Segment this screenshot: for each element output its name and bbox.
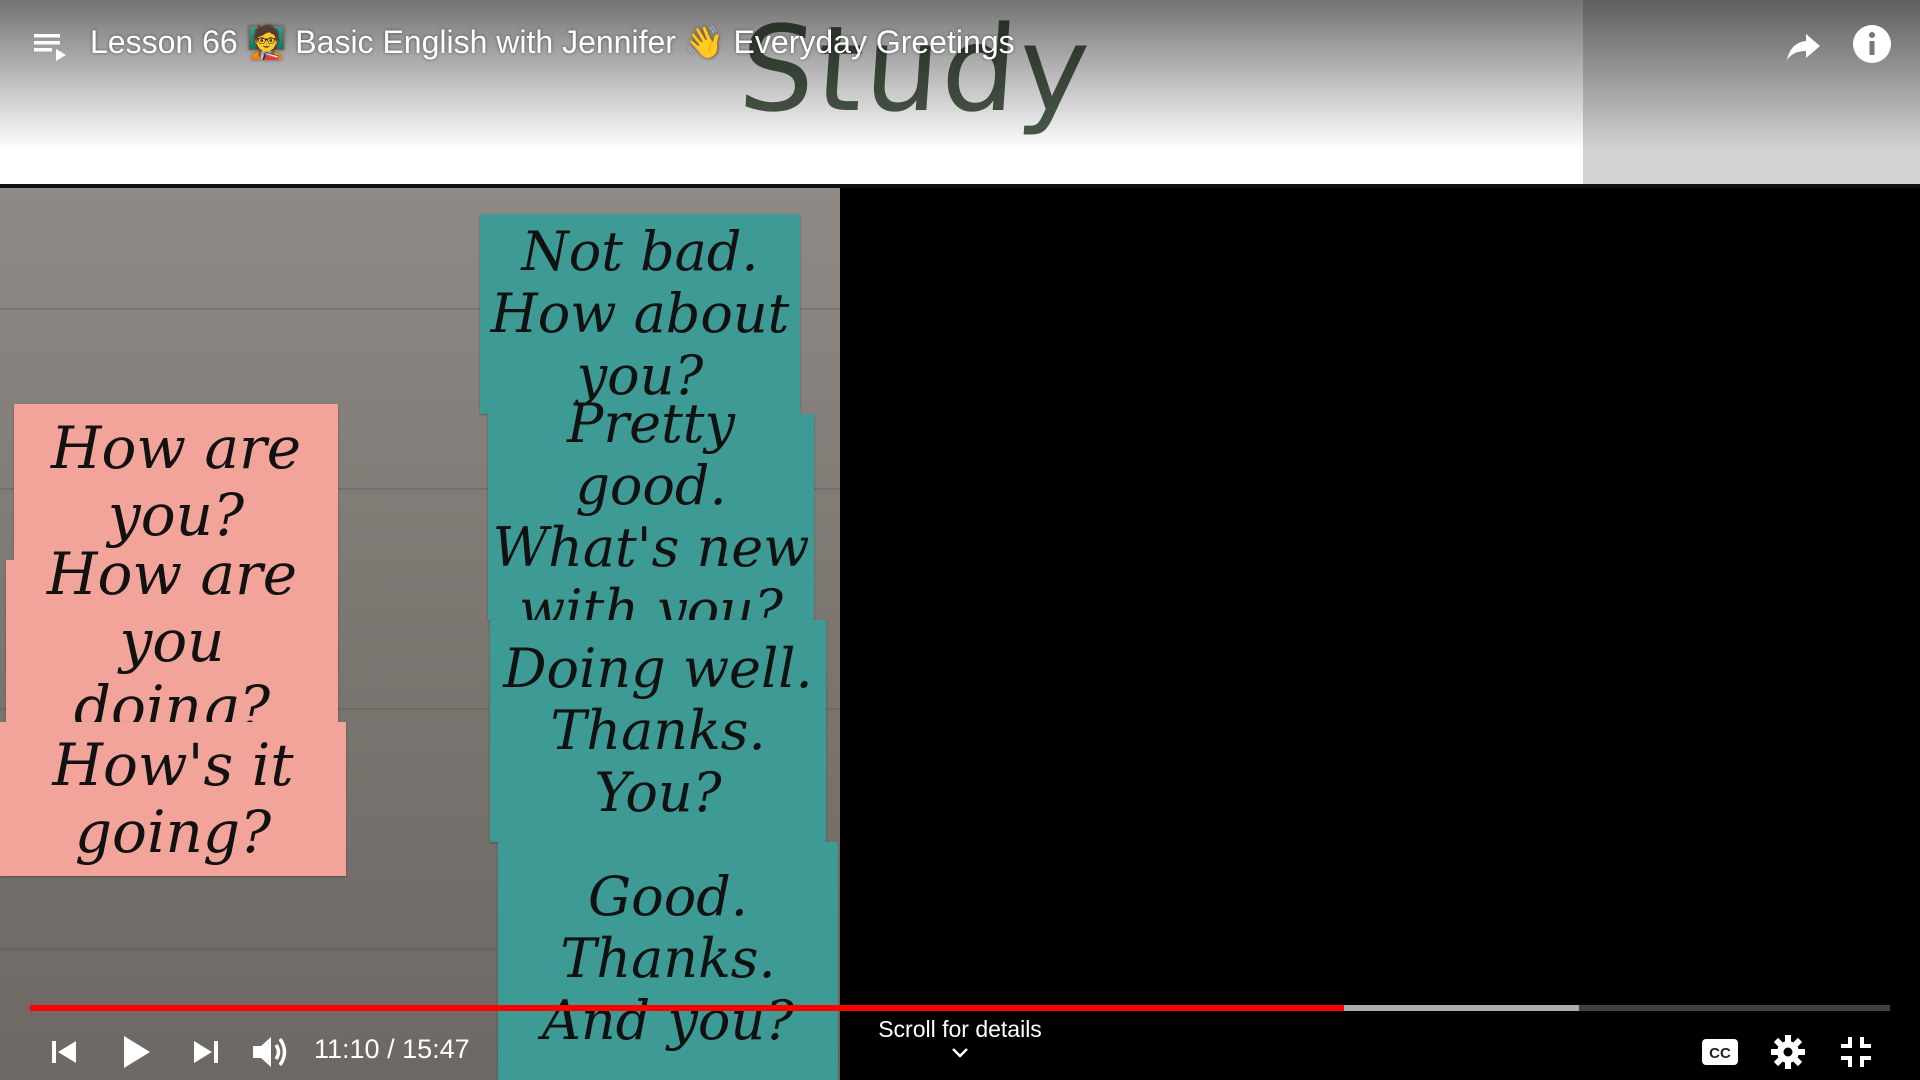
card-line: Doing well. <box>503 636 813 700</box>
scroll-hint-label: Scroll for details <box>878 1016 1042 1042</box>
progress-bar[interactable] <box>30 1005 1890 1011</box>
teal-card-not-bad: Not bad. How about you? <box>480 214 800 414</box>
card-line: Pretty good. <box>566 391 735 517</box>
card-line: Good. <box>588 865 748 928</box>
pink-card-how-are-you: How are you? <box>14 404 338 560</box>
info-icon[interactable] <box>1852 24 1892 64</box>
time-display: 11:10 / 15:47 <box>314 1034 470 1064</box>
teal-card-doing-well: Doing well. Thanks. You? <box>490 620 826 842</box>
pink-card-how-are-you-doing: How are you doing? <box>6 541 338 741</box>
volume-icon[interactable] <box>250 1032 292 1072</box>
card-line: How are you? <box>50 414 302 549</box>
play-icon[interactable] <box>116 1032 156 1072</box>
video-frame[interactable]: How are you? How are you doing? How's it… <box>0 188 840 1080</box>
video-title[interactable]: Lesson 66 🧑‍🏫 Basic English with Jennife… <box>90 23 1015 61</box>
card-line: Thanks. <box>550 698 766 762</box>
card-line: How are you <box>46 539 298 675</box>
card-line: How about you? <box>490 281 790 408</box>
card-line: You? <box>594 761 722 825</box>
card-line: Not bad. <box>521 219 759 283</box>
skip-previous-icon[interactable] <box>46 1034 82 1070</box>
card-line: How's it going? <box>52 731 294 866</box>
player-top-bar: Lesson 66 🧑‍🏫 Basic English with Jennife… <box>0 0 1920 90</box>
progress-played <box>30 1005 1345 1011</box>
gear-icon[interactable] <box>1768 1032 1808 1072</box>
card-line: What's new <box>492 516 810 579</box>
exit-fullscreen-icon[interactable] <box>1836 1032 1876 1072</box>
svg-text:CC: CC <box>1709 1045 1731 1062</box>
card-line: Thanks. <box>560 927 776 991</box>
scroll-for-details[interactable]: Scroll for details <box>860 1016 1060 1061</box>
playlist-icon[interactable] <box>32 28 68 64</box>
share-icon[interactable] <box>1784 26 1824 66</box>
teal-card-pretty-good: Pretty good. What's new with you? <box>488 392 814 641</box>
pink-card-hows-it-going: How's it going? <box>0 722 346 876</box>
skip-next-icon[interactable] <box>188 1034 224 1070</box>
chevron-down-icon <box>952 1048 968 1058</box>
captions-icon[interactable]: CC <box>1700 1032 1740 1072</box>
